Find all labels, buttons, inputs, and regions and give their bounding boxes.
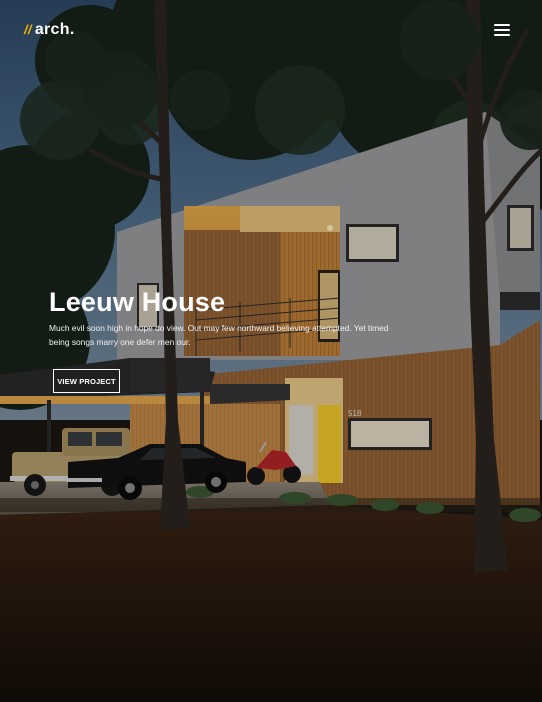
hero-dark-overlay [0, 0, 542, 702]
logo-mark: // [24, 22, 32, 37]
logo-text: arch. [34, 21, 75, 38]
site-header: // arch. [0, 0, 542, 64]
project-description: Much evil soon high in hope do view. Out… [49, 323, 389, 347]
menu-bar [494, 34, 510, 36]
hamburger-menu-icon[interactable] [494, 24, 510, 36]
view-project-button[interactable]: VIEW PROJECT [53, 369, 120, 393]
site-logo[interactable]: // arch. [24, 21, 75, 39]
menu-bar [494, 24, 510, 26]
hero-content: Leeuw House Much evil soon high in hope … [49, 286, 409, 349]
hero-section: 518 // arch. Leeuw House Much evil soon … [0, 0, 542, 702]
menu-bar [494, 29, 510, 31]
project-title: Leeuw House [49, 287, 226, 317]
